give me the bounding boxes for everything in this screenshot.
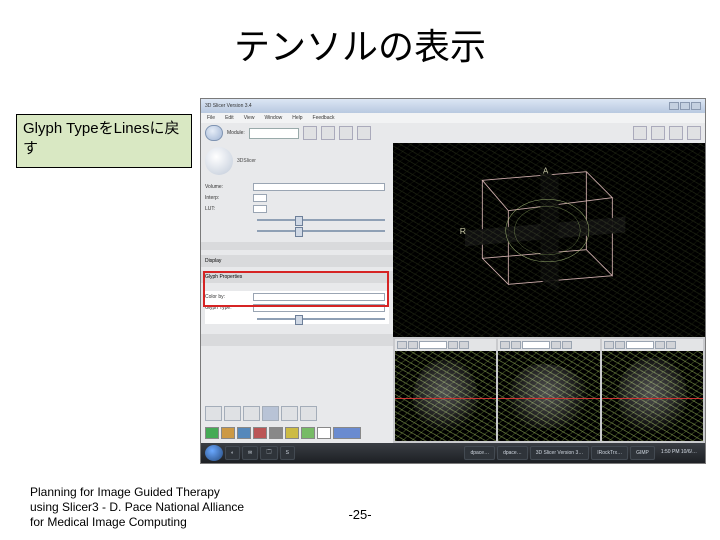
red-annotation-box bbox=[203, 271, 389, 307]
slice-view-axial[interactable] bbox=[395, 339, 496, 441]
slice-select[interactable] bbox=[522, 341, 550, 349]
tool-tab[interactable] bbox=[300, 406, 317, 421]
taskbar-app[interactable]: GIMP bbox=[630, 446, 655, 460]
window-min-button[interactable] bbox=[669, 102, 679, 110]
param-slider[interactable] bbox=[257, 228, 385, 234]
logo-icon bbox=[205, 147, 233, 175]
slice-toolbar bbox=[498, 339, 599, 351]
param-checkbox[interactable] bbox=[253, 194, 267, 202]
slice-view-coronal[interactable] bbox=[602, 339, 703, 441]
toolbar-button[interactable] bbox=[669, 126, 683, 140]
callout-box: Glyph TypeをLinesに戻す bbox=[16, 114, 192, 168]
color-swatch[interactable] bbox=[301, 427, 315, 439]
param-label: Interp: bbox=[205, 195, 253, 201]
color-swatch[interactable] bbox=[205, 427, 219, 439]
taskbar-app[interactable]: IRockTrx… bbox=[591, 446, 628, 460]
menu-item[interactable]: View bbox=[244, 115, 255, 121]
color-swatch[interactable] bbox=[285, 427, 299, 439]
tool-tab[interactable] bbox=[262, 406, 279, 421]
toolbar-button[interactable] bbox=[339, 126, 353, 140]
tool-tabs bbox=[201, 402, 393, 425]
3d-view[interactable]: R A bbox=[393, 143, 705, 337]
divider bbox=[201, 242, 393, 250]
slice-toolbar bbox=[602, 339, 703, 351]
slice-button[interactable] bbox=[615, 341, 625, 349]
slide-title: テンソルの表示 bbox=[0, 18, 720, 70]
start-button[interactable] bbox=[205, 445, 223, 461]
slice-button[interactable] bbox=[511, 341, 521, 349]
slice-button[interactable] bbox=[500, 341, 510, 349]
tool-tab[interactable] bbox=[281, 406, 298, 421]
toolbar-button[interactable] bbox=[633, 126, 647, 140]
left-panel: 3DSlicer Volume: Interp: LUT: Display Gl… bbox=[201, 143, 393, 443]
menu-bar: File Edit View Window Help Feedback bbox=[201, 113, 705, 123]
menu-item[interactable]: File bbox=[207, 115, 215, 121]
menu-item[interactable]: Edit bbox=[225, 115, 234, 121]
section-header[interactable]: Display bbox=[201, 255, 393, 267]
module-select[interactable] bbox=[249, 128, 299, 139]
taskbar-item[interactable]: S bbox=[280, 446, 295, 460]
home-icon[interactable] bbox=[205, 125, 223, 141]
slice-button[interactable] bbox=[666, 341, 676, 349]
color-swatch[interactable] bbox=[269, 427, 283, 439]
param-label: LUT: bbox=[205, 206, 253, 212]
toolbar: Module: bbox=[201, 123, 705, 143]
toolbar-button[interactable] bbox=[687, 126, 701, 140]
menu-item[interactable]: Help bbox=[292, 115, 302, 121]
glyph-overlay bbox=[393, 143, 705, 337]
tool-tab[interactable] bbox=[205, 406, 222, 421]
taskbar-item[interactable]: ✉ bbox=[242, 446, 258, 460]
slice-select[interactable] bbox=[419, 341, 447, 349]
module-label: Module: bbox=[227, 130, 245, 136]
toolbar-button[interactable] bbox=[321, 126, 335, 140]
color-swatch[interactable] bbox=[237, 427, 251, 439]
slice-toolbar bbox=[395, 339, 496, 351]
window-title: 3D Slicer Version 3.4 bbox=[205, 103, 252, 109]
toolbar-button[interactable] bbox=[357, 126, 371, 140]
tool-tab[interactable] bbox=[243, 406, 260, 421]
taskbar-item[interactable]: ◐ bbox=[225, 446, 240, 460]
slice-button[interactable] bbox=[562, 341, 572, 349]
window-titlebar: 3D Slicer Version 3.4 bbox=[201, 99, 705, 113]
slice-view-sagittal[interactable] bbox=[498, 339, 599, 441]
taskbar-app[interactable]: dpace… bbox=[464, 446, 495, 460]
app-screenshot: 3D Slicer Version 3.4 File Edit View Win… bbox=[200, 98, 706, 464]
slice-select[interactable] bbox=[626, 341, 654, 349]
section-header[interactable] bbox=[201, 334, 393, 346]
slice-button[interactable] bbox=[655, 341, 665, 349]
param-select[interactable] bbox=[253, 183, 385, 191]
param-slider[interactable] bbox=[257, 316, 385, 322]
slice-views-row bbox=[393, 337, 705, 443]
menu-item[interactable]: Window bbox=[264, 115, 282, 121]
tool-tab[interactable] bbox=[224, 406, 241, 421]
window-close-button[interactable] bbox=[691, 102, 701, 110]
slice-button[interactable] bbox=[408, 341, 418, 349]
view-area: R A bbox=[393, 143, 705, 443]
color-palette bbox=[201, 425, 393, 443]
window-max-button[interactable] bbox=[680, 102, 690, 110]
slice-button[interactable] bbox=[551, 341, 561, 349]
slice-button[interactable] bbox=[397, 341, 407, 349]
param-slider[interactable] bbox=[257, 217, 385, 223]
taskbar-app[interactable]: dpace… bbox=[497, 446, 528, 460]
os-taskbar: ◐ ✉ 🗔 S dpace… dpace… 3D Slicer Version … bbox=[201, 443, 705, 463]
taskbar-clock: 1:50 PM 10/6/… bbox=[657, 450, 701, 456]
color-swatch[interactable] bbox=[253, 427, 267, 439]
slice-button[interactable] bbox=[448, 341, 458, 349]
slice-button[interactable] bbox=[604, 341, 614, 349]
menu-item[interactable]: Feedback bbox=[313, 115, 335, 121]
slice-button[interactable] bbox=[459, 341, 469, 349]
taskbar-app[interactable]: 3D Slicer Version 3… bbox=[530, 446, 590, 460]
color-swatch[interactable] bbox=[317, 427, 331, 439]
toolbar-button[interactable] bbox=[303, 126, 317, 140]
page-number: -25- bbox=[0, 507, 720, 522]
color-swatch[interactable] bbox=[333, 427, 361, 439]
app-name: 3DSlicer bbox=[237, 158, 256, 165]
param-label: Volume: bbox=[205, 184, 253, 190]
color-swatch[interactable] bbox=[221, 427, 235, 439]
param-select[interactable] bbox=[253, 205, 267, 213]
taskbar-item[interactable]: 🗔 bbox=[260, 446, 277, 460]
toolbar-button[interactable] bbox=[651, 126, 665, 140]
